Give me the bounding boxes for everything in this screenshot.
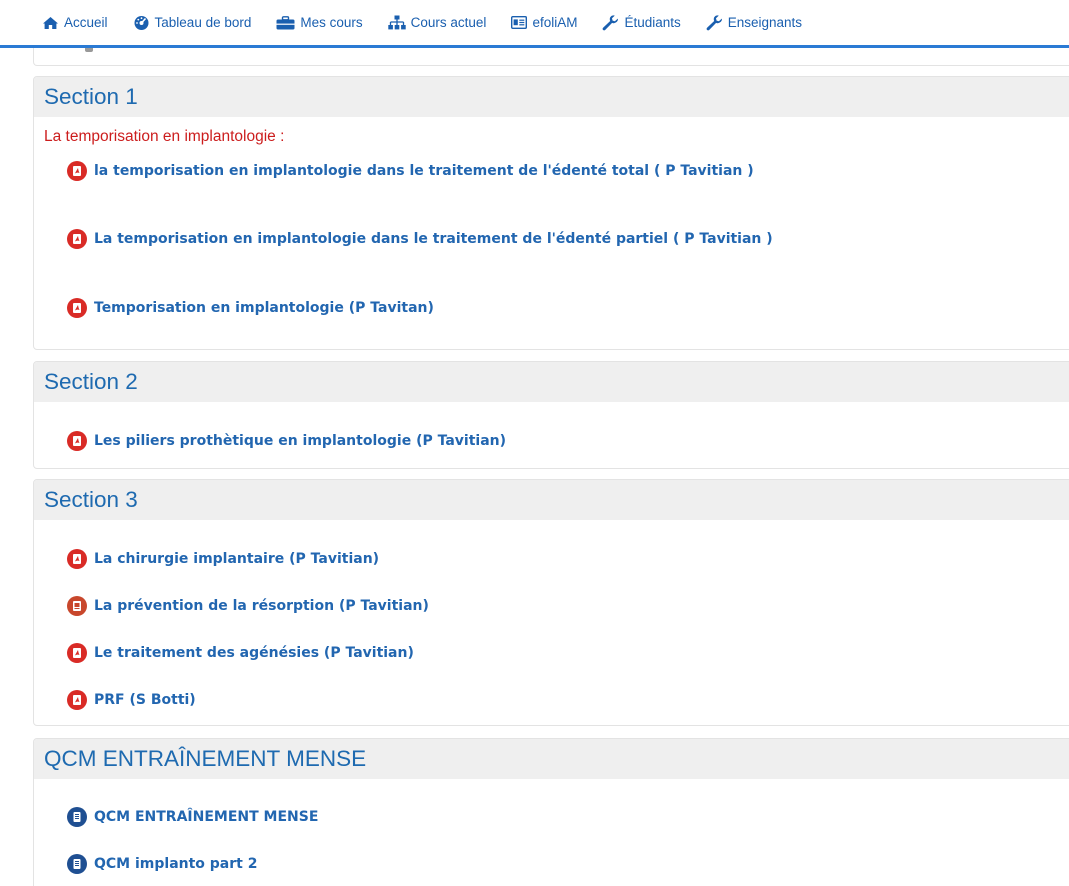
activity-name: Temporisation en implantologie (P Tavita…	[94, 300, 434, 316]
activity-link[interactable]: PRF (S Botti)	[67, 690, 196, 711]
dashboard-icon	[134, 16, 149, 30]
activity-name: La chirurgie implantaire (P Tavitian)	[94, 551, 380, 567]
section-qcm: QCM ENTRAÎNEMENT MENSE QCM ENTRAÎNEMENT …	[33, 738, 1069, 886]
top-navbar: Accueil Tableau de bord Mes cours Cours …	[0, 0, 1069, 48]
home-icon	[43, 16, 58, 29]
nav-enseignants[interactable]: Enseignants	[706, 0, 802, 47]
nav-accueil[interactable]: Accueil	[42, 0, 108, 47]
sitemap-icon	[387, 15, 406, 30]
briefcase-icon	[276, 15, 295, 29]
activity-name: Le traitement des agénésies (P Tavitian)	[94, 645, 414, 661]
activity-name: QCM ENTRAÎNEMENT MENSE	[94, 809, 319, 825]
wrench-icon	[706, 14, 722, 30]
pdf-icon	[67, 298, 87, 318]
pdf-icon	[67, 643, 87, 663]
section-2: Section 2 Les piliers prothètique en imp…	[33, 361, 1069, 469]
nav-label: Mes cours	[300, 15, 363, 30]
nav-etudiants[interactable]: Étudiants	[602, 0, 681, 47]
activity-name: Les piliers prothètique en implantologie…	[94, 433, 507, 449]
activity-name: la temporisation en implantologie dans l…	[94, 163, 754, 179]
section-header: Section 2	[34, 362, 1069, 402]
nav-mes-cours[interactable]: Mes cours	[276, 0, 363, 47]
section-title: QCM ENTRAÎNEMENT MENSE	[44, 746, 367, 771]
wrench-icon	[603, 14, 619, 30]
document-icon	[67, 596, 87, 616]
nav-label: Enseignants	[727, 15, 803, 30]
quiz-icon	[67, 807, 87, 827]
quiz-icon	[67, 854, 87, 874]
activity-name: PRF (S Botti)	[94, 692, 196, 708]
pdf-icon	[67, 229, 87, 249]
section-header: QCM ENTRAÎNEMENT MENSE	[34, 739, 1069, 779]
activity-link[interactable]: QCM ENTRAÎNEMENT MENSE	[67, 807, 319, 828]
activity-name: La prévention de la résorption (P Taviti…	[94, 598, 429, 614]
activity-link[interactable]: Les piliers prothètique en implantologie…	[67, 431, 507, 452]
nav-cours-actuel[interactable]: Cours actuel	[387, 0, 487, 47]
activity-link[interactable]: la temporisation en implantologie dans l…	[67, 161, 754, 182]
section-title: Section 2	[44, 369, 138, 394]
section-header: Section 1	[34, 77, 1069, 117]
previous-section-edge	[33, 48, 1069, 66]
nav-label: efoliAM	[532, 15, 578, 30]
nav-tableau-de-bord[interactable]: Tableau de bord	[133, 0, 252, 47]
activity-name: La temporisation en implantologie dans l…	[94, 231, 773, 247]
nav-label: Accueil	[64, 15, 108, 30]
nav-label: Tableau de bord	[154, 15, 252, 30]
section-title: Section 3	[44, 487, 138, 512]
activity-link[interactable]: La chirurgie implantaire (P Tavitian)	[67, 549, 380, 570]
activity-link[interactable]: Temporisation en implantologie (P Tavita…	[67, 298, 434, 319]
activity-link[interactable]: Le traitement des agénésies (P Tavitian)	[67, 643, 414, 664]
nav-efoliam[interactable]: efoliAM	[511, 0, 577, 47]
section-summary: La temporisation en implantologie :	[44, 128, 285, 145]
section-3: Section 3 La chirurgie implantaire (P Ta…	[33, 479, 1069, 726]
id-card-icon	[511, 16, 528, 29]
section-header: Section 3	[34, 480, 1069, 520]
nav-label: Cours actuel	[410, 15, 487, 30]
pdf-icon	[67, 431, 87, 451]
section-1: Section 1 La temporisation en implantolo…	[33, 76, 1069, 350]
activity-link[interactable]: La temporisation en implantologie dans l…	[67, 229, 773, 250]
section-title: Section 1	[44, 84, 138, 109]
nav-label: Étudiants	[624, 15, 681, 30]
pdf-icon	[67, 690, 87, 710]
pdf-icon	[67, 161, 87, 181]
activity-link[interactable]: QCM implanto part 2	[67, 854, 258, 875]
pdf-icon	[67, 549, 87, 569]
activity-name: QCM implanto part 2	[94, 856, 258, 872]
activity-link[interactable]: La prévention de la résorption (P Taviti…	[67, 596, 429, 617]
clipped-text-fragment	[85, 48, 93, 52]
